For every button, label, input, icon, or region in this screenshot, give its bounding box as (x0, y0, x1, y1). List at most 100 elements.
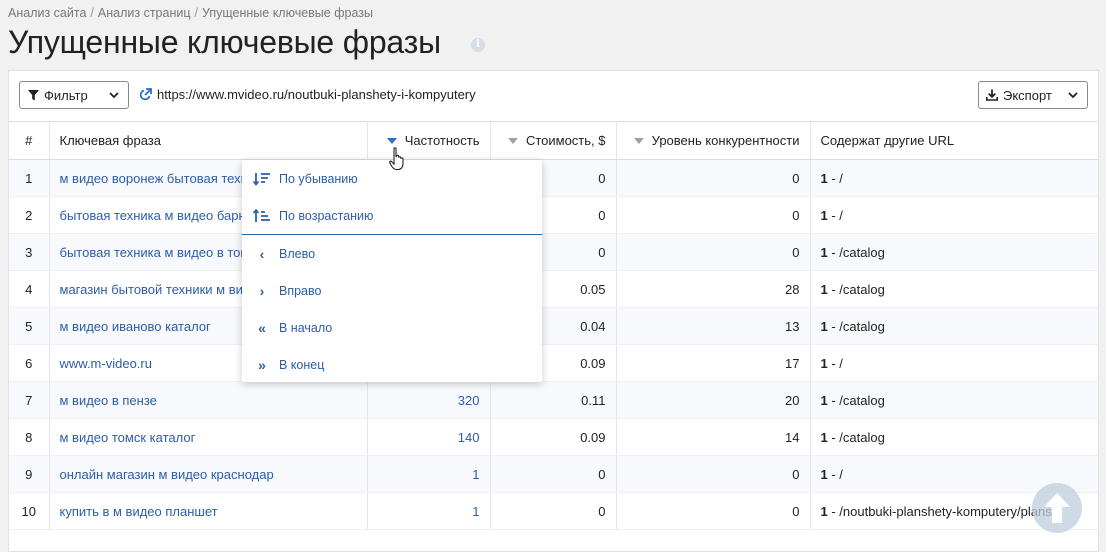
table-row: 7м видео в пензе 320 0.11 20 1 - /catalog (9, 381, 1098, 419)
move-to-start-item[interactable]: « В начало (242, 309, 542, 346)
filter-button-label: Фильтр (44, 87, 88, 103)
move-left-label: Влево (279, 246, 316, 261)
other-urls-cell: 1 - /catalog (810, 381, 1098, 419)
move-left-item[interactable]: ‹ Влево (242, 235, 542, 272)
url-path[interactable]: - /catalog (828, 393, 884, 408)
page-url-link[interactable]: https://www.mvideo.ru/noutbuki-planshety… (139, 87, 476, 102)
url-path[interactable]: - /catalog (828, 282, 884, 297)
url-count: 1 (820, 355, 828, 371)
chevron-left-icon: ‹ (259, 245, 265, 262)
move-to-end-label: В конец (279, 357, 325, 372)
competition-cell: 0 (616, 196, 811, 234)
scroll-to-top-button[interactable] (1032, 483, 1082, 533)
column-header-phrase[interactable]: Ключевая фраза (49, 121, 368, 160)
url-path[interactable]: - / (828, 171, 843, 186)
sort-asc-item[interactable]: По возрастанию (242, 197, 542, 234)
sort-arrow-icon[interactable] (507, 137, 518, 144)
page-title: Упущенные ключевые фразы (8, 24, 441, 60)
column-header-frequency[interactable]: Частотность (367, 121, 491, 160)
url-path[interactable]: - /catalog (828, 430, 884, 445)
main-panel: Фильтр https://www.mvideo.ru/noutbuki-pl… (8, 70, 1099, 552)
breadcrumb-page-analysis[interactable]: Анализ страниц (98, 6, 191, 20)
url-count: 1 (820, 503, 828, 519)
frequency-cell: 140 (367, 418, 491, 456)
chevron-down-icon (1068, 92, 1078, 99)
table-row: 2 бытовая техника м видео барнаул 0 0 1 - / (9, 196, 1098, 234)
arrow-up-icon (1044, 493, 1070, 523)
url-count: 1 (820, 392, 828, 408)
url-path[interactable]: - /noutbuki-planshety-komputery/plans (828, 504, 1051, 519)
hand-cursor-icon (389, 147, 404, 171)
url-path[interactable]: - / (828, 208, 843, 223)
competition-cell: 0 (616, 492, 811, 530)
url-count: 1 (820, 318, 828, 334)
url-path[interactable]: - / (828, 356, 843, 371)
table-row: 4 магазин бытовой техники м видео 0.05 28 1 … (9, 270, 1098, 308)
url-count: 1 (820, 429, 828, 445)
sort-arrow-icon[interactable] (633, 137, 644, 144)
row-number: 3 (9, 233, 50, 271)
move-right-item[interactable]: › Вправо (242, 272, 542, 309)
filter-button[interactable]: Фильтр (19, 81, 129, 109)
keyword-phrase-link[interactable]: онлайн магазин м видео краснодар (49, 455, 368, 493)
column-header-competition-label: Уровень конкурентности (651, 133, 800, 148)
export-button[interactable]: Экспорт (978, 81, 1088, 109)
url-count: 1 (820, 281, 828, 297)
frequency-cell: 320 (367, 381, 491, 419)
breadcrumb-site-analysis[interactable]: Анализ сайта (8, 6, 86, 20)
url-path[interactable]: - / (828, 467, 843, 482)
download-icon (986, 89, 998, 101)
row-number: 7 (9, 381, 50, 419)
column-header-competition[interactable]: Уровень конкурентности (616, 121, 811, 160)
cost-cell: 0.09 (490, 418, 617, 456)
cost-cell: 0 (490, 492, 617, 530)
other-urls-cell: 1 - /catalog (810, 233, 1098, 271)
sort-arrow-icon[interactable] (386, 137, 397, 144)
table-row: 3 бытовая техника м видео в томске 0 0 1 - /… (9, 233, 1098, 271)
column-header-cost-label: Стоимость, $ (525, 133, 606, 148)
row-number: 4 (9, 270, 50, 308)
competition-cell: 0 (616, 159, 811, 197)
other-urls-cell: 1 - / (810, 159, 1098, 197)
move-right-label: Вправо (279, 283, 322, 298)
row-number: 9 (9, 455, 50, 493)
external-link-icon (139, 88, 152, 101)
table-row: 1м видео воронеж бытовая техника 0 0 1 - / (9, 159, 1098, 197)
keyword-phrase-link[interactable]: м видео томск каталог (49, 418, 368, 456)
double-chevron-right-icon: » (258, 356, 266, 373)
competition-cell: 28 (616, 270, 811, 308)
chevron-down-icon (109, 92, 119, 99)
row-number: 8 (9, 418, 50, 456)
url-count: 1 (820, 466, 828, 482)
column-header-phrase-label: Ключевая фраза (59, 133, 161, 148)
table-header-row: # Ключевая фраза Частотность Стоимость, … (9, 121, 1098, 160)
frequency-cell: 1 (367, 455, 491, 493)
breadcrumb-current: Упущенные ключевые фразы (201, 6, 373, 20)
breadcrumb-separator: / (90, 6, 94, 20)
column-header-num: # (9, 121, 50, 160)
competition-cell: 14 (616, 418, 811, 456)
table-row: 9 онлайн магазин м видео краснодар 1 0 0 1 - … (9, 455, 1098, 493)
column-sort-menu: По убыванию По возрастанию ‹ Влево › Впр… (242, 160, 542, 382)
keyword-phrase-link[interactable]: купить в м видео планшет (49, 492, 368, 530)
keyword-phrase-link[interactable]: м видео в пензе (49, 381, 368, 419)
column-header-other-urls[interactable]: Содержат другие URL (810, 121, 1098, 160)
competition-cell: 20 (616, 381, 811, 419)
sort-desc-label: По убыванию (279, 171, 358, 186)
url-path[interactable]: - /catalog (828, 245, 884, 260)
toolbar: Фильтр https://www.mvideo.ru/noutbuki-pl… (9, 71, 1098, 121)
cost-cell: 0.11 (490, 381, 617, 419)
row-number: 1 (9, 159, 50, 197)
table-row: 8м видео томск каталог 140 0.09 14 1 - /cata… (9, 418, 1098, 456)
frequency-cell: 1 (367, 492, 491, 530)
url-count: 1 (820, 170, 828, 186)
info-icon[interactable]: i (471, 38, 485, 52)
table-row: 6 www.m-video.ru 0.09 17 1 - / (9, 344, 1098, 382)
move-to-end-item[interactable]: » В конец (242, 346, 542, 383)
column-header-other-urls-label: Содержат другие URL (820, 133, 955, 148)
keywords-table: # Ключевая фраза Частотность Стоимость, … (9, 121, 1098, 530)
other-urls-cell: 1 - /catalog (810, 307, 1098, 345)
column-header-cost[interactable]: Стоимость, $ (490, 121, 617, 160)
breadcrumb: Анализ сайта / Анализ страниц / Упущенные кл… (8, 6, 373, 20)
url-path[interactable]: - /catalog (828, 319, 884, 334)
